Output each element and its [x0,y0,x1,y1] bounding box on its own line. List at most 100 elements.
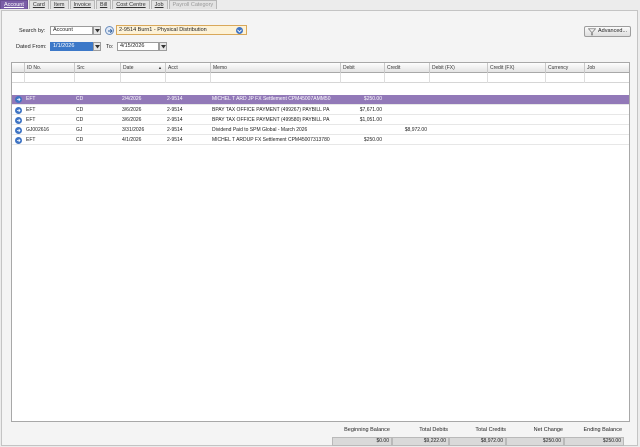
sort-ascending-icon: ▲ [158,65,162,70]
table-row[interactable]: EFT CD 2/4/2026 2-9514 MICHEL T ARD JP F… [12,95,629,105]
cell-credit [384,116,429,125]
cell-credit [384,106,429,115]
ending-balance-value: $250.00 [564,437,624,446]
filter-cell[interactable] [384,73,429,83]
search-tabs: Account Card Item Invoice Bill Cost Cent… [0,0,218,10]
header-src[interactable]: Src [74,63,120,73]
dated-from-label: Dated From: [16,44,47,50]
cell-acct: 2-9514 [167,107,183,113]
cell-credit [384,95,429,104]
to-date-field[interactable]: 4/15/2026 [117,42,159,51]
arrow-circle-icon [107,28,113,33]
filter-cell[interactable] [210,73,340,83]
account-go-button[interactable] [105,26,114,35]
advanced-filter-icon [588,28,596,36]
header-memo[interactable]: Memo [210,63,340,73]
arrow-right-circle-icon[interactable] [15,96,22,103]
header-icon-column [12,63,24,73]
cell-id: EFT [26,117,36,123]
header-currency[interactable]: Currency [545,63,584,73]
cell-date: 4/1/2026 [122,137,142,143]
cell-src: CD [76,137,84,143]
header-job[interactable]: Job [584,63,629,73]
dated-from-field[interactable]: 1/1/2026 [50,42,93,51]
total-credits-value: $8,972.00 [449,437,506,446]
filter-cell[interactable] [429,73,487,83]
cell-src: CD [76,96,84,102]
chevron-down-icon [94,44,100,48]
header-acct[interactable]: Acct [165,63,210,73]
cell-acct: 2-9514 [167,96,183,102]
grid-filter-row [12,73,629,83]
cell-date: 3/6/2026 [122,117,142,123]
to-label: To: [106,44,114,50]
cell-id: GJ002616 [26,127,50,133]
table-row[interactable]: EFT CD 3/6/2026 2-9514 BPAY TAX OFFICE P… [12,106,629,115]
transactions-grid: ID No. Src Date ▲ Acct Memo Debit Credit… [11,62,630,422]
arrow-right-circle-icon[interactable] [15,117,22,124]
cell-credit [384,136,429,145]
beginning-balance-label: Beginning Balance [344,427,390,433]
filter-cell[interactable] [24,73,74,83]
find-transactions-panel: Search by: Account 2-9514 Burn1 - Physic… [1,10,638,446]
table-row[interactable]: GJ002616 GJ 3/31/2026 2-9514 Dividend Pa… [12,126,629,135]
to-date-calendar-button[interactable] [159,42,167,51]
header-date[interactable]: Date ▲ [120,63,165,73]
dated-from-calendar-button[interactable] [93,42,101,51]
header-debit[interactable]: Debit [340,63,384,73]
cell-debit: $7,671.00 [359,107,382,113]
search-by-select[interactable]: Account [50,26,93,35]
advanced-button[interactable]: Advanced... [584,26,631,37]
arrow-right-circle-icon[interactable] [15,127,22,134]
header-id-no[interactable]: ID No. [24,63,74,73]
total-debits-value: $9,222.00 [392,437,449,446]
grid-header: ID No. Src Date ▲ Acct Memo Debit Credit… [12,63,629,73]
tab-cost-centre[interactable]: Cost Centre [112,0,150,9]
cell-id: EFT [26,107,36,113]
cell-memo: BPAY TAX OFFICE PAYMENT (499580) PAYBILL… [212,117,330,123]
filter-cell[interactable] [120,73,165,83]
chevron-down-icon [94,28,100,32]
tab-invoice[interactable]: Invoice [69,0,95,9]
arrow-right-circle-icon[interactable] [15,137,22,144]
cell-id: EFT [26,137,36,143]
cell-acct: 2-9514 [167,117,183,123]
tab-job[interactable]: Job [150,0,168,9]
net-change-value: $250.00 [506,437,564,446]
cell-debit [340,126,384,135]
chevron-down-icon [237,28,242,33]
filter-cell[interactable] [487,73,545,83]
total-credits-label: Total Credits [475,427,506,433]
tab-account[interactable]: Account [0,0,28,9]
ending-balance-label: Ending Balance [583,427,622,433]
filter-cell[interactable] [165,73,210,83]
header-debit-fx[interactable]: Debit (FX) [429,63,487,73]
table-row[interactable]: EFT CD 3/6/2026 2-9514 BPAY TAX OFFICE P… [12,116,629,125]
cell-src: GJ [76,127,83,133]
cell-memo: BPAY TAX OFFICE PAYMENT (499267) PAYBILL… [212,107,330,113]
cell-memo: MICHEL T ARD JP FX Settlement CPM45007AM… [212,96,331,102]
filter-cell[interactable] [584,73,629,83]
tab-card[interactable]: Card [28,0,49,9]
filter-cell[interactable] [340,73,384,83]
filter-cell[interactable] [74,73,120,83]
cell-acct: 2-9514 [167,137,183,143]
header-credit-fx[interactable]: Credit (FX) [487,63,545,73]
account-field[interactable]: 2-9514 Burn1 - Physical Distribution [116,25,247,35]
cell-id: EFT [26,96,36,102]
tab-bill[interactable]: Bill [95,0,112,9]
search-by-dropdown-button[interactable] [93,26,101,35]
filter-cell[interactable] [545,73,584,83]
account-lookup-icon[interactable] [236,27,243,34]
cell-date: 3/6/2026 [122,107,142,113]
header-date-label: Date [123,65,134,71]
arrow-right-circle-icon[interactable] [15,107,22,114]
header-credit[interactable]: Credit [384,63,429,73]
cell-date: 3/31/2026 [122,127,145,133]
net-change-label: Net Change [533,427,563,433]
beginning-balance-value: $0.00 [332,437,392,446]
table-row[interactable]: EFT CD 4/1/2026 2-9514 MICHEL T ARDUP FX… [12,136,629,145]
tab-item[interactable]: Item [49,0,69,9]
cell-acct: 2-9514 [167,127,183,133]
tab-payroll-category: Payroll Category [168,0,218,9]
